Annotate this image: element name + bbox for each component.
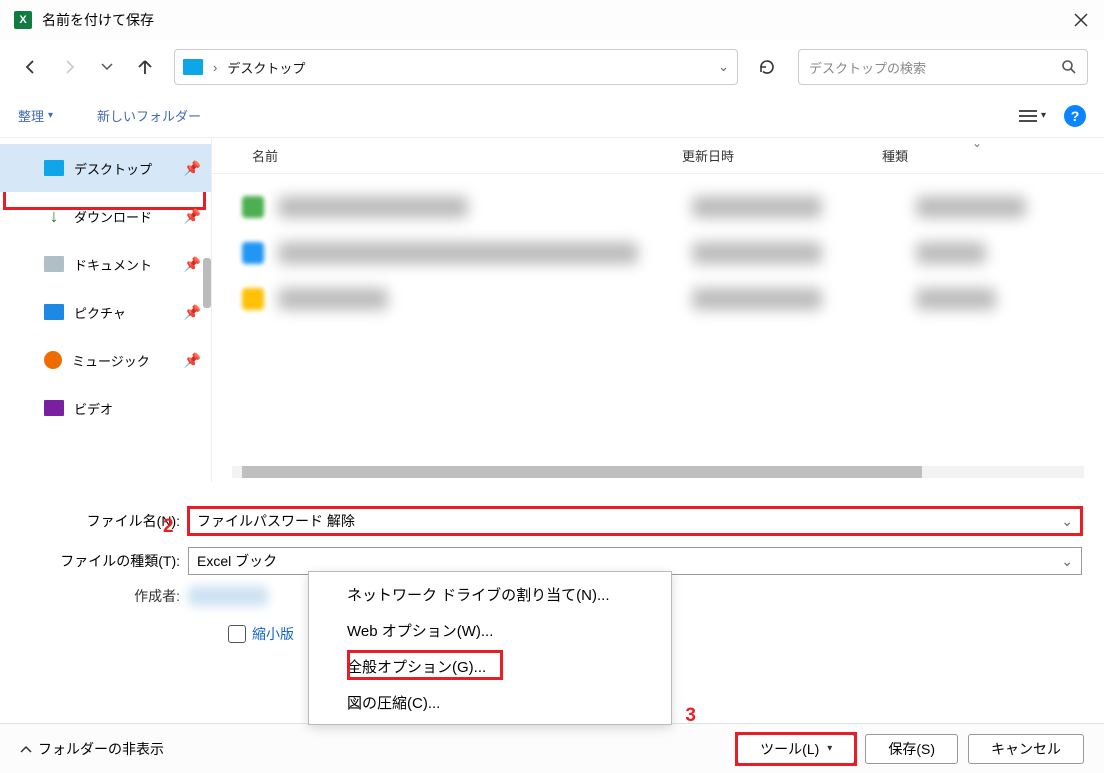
- recent-button[interactable]: [92, 52, 122, 82]
- thumbnail-checkbox[interactable]: [228, 625, 246, 643]
- pin-icon: 📌: [184, 160, 201, 177]
- picture-icon: [44, 304, 64, 320]
- search-icon: [1061, 59, 1077, 75]
- pin-icon: 📌: [184, 208, 201, 225]
- sidebar: 1 デスクトップ 📌 ↓ ダウンロード 📌 ドキュメント 📌 ピクチャ 📌 ミュ…: [0, 138, 212, 482]
- author-value: [188, 586, 268, 606]
- list-item[interactable]: [242, 230, 1074, 276]
- refresh-button[interactable]: [752, 52, 782, 82]
- folder-icon: [242, 288, 264, 310]
- document-icon: [44, 256, 64, 272]
- sidebar-item-documents[interactable]: ドキュメント 📌: [0, 240, 211, 288]
- chevron-down-icon: ▾: [48, 110, 53, 121]
- titlebar: X 名前を付けて保存: [0, 0, 1104, 40]
- view-menu[interactable]: ▾: [1019, 109, 1046, 123]
- menu-item-web-options[interactable]: Web オプション(W)...: [309, 612, 671, 648]
- tools-button[interactable]: ツール(L) ▾: [737, 734, 855, 764]
- filename-label: ファイル名(N):: [10, 511, 188, 531]
- author-label: 作成者:: [10, 586, 188, 606]
- help-button[interactable]: ?: [1064, 105, 1086, 127]
- window-title: 名前を付けて保存: [42, 10, 154, 30]
- save-button[interactable]: 保存(S): [865, 734, 958, 764]
- chevron-down-icon[interactable]: ⌄: [718, 59, 729, 75]
- sidebar-item-label: ビデオ: [74, 399, 113, 418]
- up-button[interactable]: [130, 52, 160, 82]
- sidebar-scrollbar[interactable]: [203, 258, 211, 308]
- filename-input[interactable]: ファイルパスワード 解除 ⌄: [188, 507, 1082, 535]
- pin-icon: 📌: [184, 304, 201, 321]
- breadcrumb: デスクトップ: [227, 58, 305, 77]
- forward-button[interactable]: [54, 52, 84, 82]
- sidebar-item-desktop[interactable]: デスクトップ 📌: [0, 144, 211, 192]
- list-header: 名前 更新日時 種類: [212, 138, 1104, 174]
- hide-folders-button[interactable]: フォルダーの非表示: [20, 739, 164, 759]
- sidebar-item-label: ピクチャ: [74, 303, 126, 322]
- nav-row: › デスクトップ ⌄ デスクトップの検索: [0, 40, 1104, 94]
- sidebar-item-label: ダウンロード: [74, 207, 152, 226]
- sidebar-item-downloads[interactable]: ↓ ダウンロード 📌: [0, 192, 211, 240]
- location-bar[interactable]: › デスクトップ ⌄: [174, 49, 738, 85]
- sidebar-item-videos[interactable]: ビデオ: [0, 384, 211, 432]
- file-list: ⌄ 名前 更新日時 種類: [212, 138, 1104, 482]
- list-item[interactable]: [242, 184, 1074, 230]
- tools-menu: ネットワーク ドライブの割り当て(N)... Web オプション(W)... 全…: [308, 571, 672, 725]
- footer: フォルダーの非表示 ツール(L) ▾ 保存(S) キャンセル: [0, 723, 1104, 773]
- menu-item-general-options[interactable]: 全般オプション(G)...: [309, 648, 671, 684]
- menu-item-network-drive[interactable]: ネットワーク ドライブの割り当て(N)...: [309, 576, 671, 612]
- breadcrumb-sep: ›: [213, 60, 217, 75]
- music-icon: [44, 351, 62, 369]
- sort-indicator-icon: ⌄: [972, 136, 982, 150]
- download-icon: ↓: [44, 206, 64, 226]
- sidebar-item-label: ドキュメント: [74, 255, 152, 274]
- horizontal-scrollbar[interactable]: [232, 466, 1084, 478]
- menu-item-compress-pictures[interactable]: 図の圧縮(C)...: [309, 684, 671, 720]
- annotation-3: 3: [685, 705, 696, 727]
- video-icon: [44, 400, 64, 416]
- new-folder-button[interactable]: 新しいフォルダー: [97, 106, 201, 125]
- back-button[interactable]: [16, 52, 46, 82]
- col-date[interactable]: 更新日時: [682, 146, 882, 165]
- search-placeholder: デスクトップの検索: [809, 58, 926, 77]
- cancel-button[interactable]: キャンセル: [968, 734, 1084, 764]
- list-item[interactable]: [242, 276, 1074, 322]
- excel-icon: X: [14, 11, 32, 29]
- close-button[interactable]: [1058, 0, 1104, 40]
- sidebar-item-label: デスクトップ: [74, 159, 152, 178]
- desktop-icon: [44, 160, 64, 176]
- filetype-label: ファイルの種類(T):: [10, 551, 188, 571]
- col-name[interactable]: 名前: [252, 146, 682, 165]
- toolbar: 整理 ▾ 新しいフォルダー ▾ ?: [0, 94, 1104, 138]
- pin-icon: 📌: [184, 256, 201, 273]
- thumbnail-label: 縮小版: [252, 624, 294, 644]
- chevron-down-icon: ▾: [827, 743, 832, 754]
- sidebar-item-music[interactable]: ミュージック 📌: [0, 336, 211, 384]
- sidebar-item-pictures[interactable]: ピクチャ 📌: [0, 288, 211, 336]
- chevron-down-icon[interactable]: ⌄: [1061, 553, 1073, 570]
- pin-icon: 📌: [184, 352, 201, 369]
- desktop-icon: [183, 59, 203, 75]
- file-icon: [242, 196, 264, 218]
- organize-menu[interactable]: 整理 ▾: [18, 106, 53, 125]
- chevron-down-icon[interactable]: ⌄: [1061, 513, 1073, 530]
- sidebar-item-label: ミュージック: [72, 351, 150, 370]
- file-icon: [242, 242, 264, 264]
- search-input[interactable]: デスクトップの検索: [798, 49, 1088, 85]
- annotation-2: 2: [163, 516, 174, 538]
- chevron-down-icon: ▾: [1041, 110, 1046, 121]
